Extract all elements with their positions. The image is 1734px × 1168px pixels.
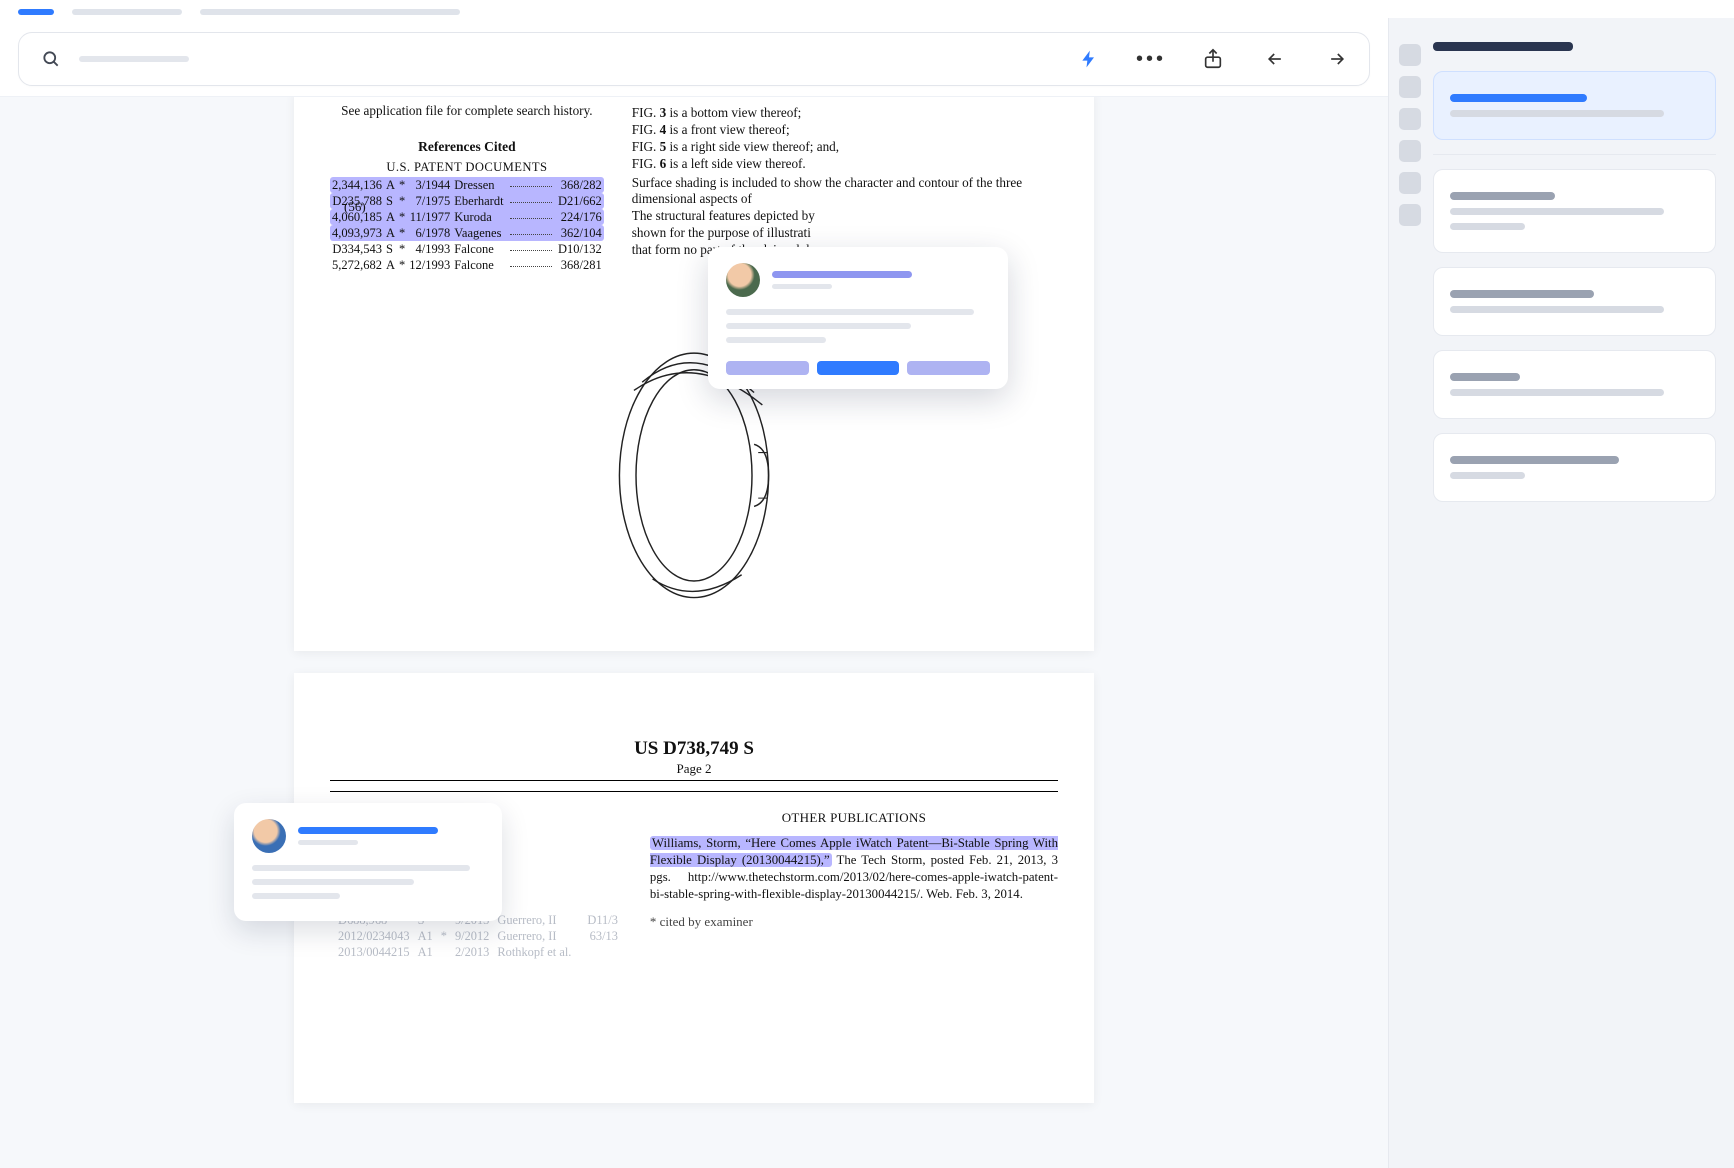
sidebar-card[interactable] [1433,169,1716,253]
sidebar [1388,18,1734,1168]
us-patent-documents-heading: U.S. PATENT DOCUMENTS [330,159,604,175]
sidebar-app-icon[interactable] [1399,76,1421,98]
sidebar-app-icon[interactable] [1399,204,1421,226]
comment-meta-placeholder [772,284,832,289]
cited-by-examiner: * cited by examiner [650,914,1058,931]
comment-popover[interactable] [708,247,1008,389]
struct-line: shown for the purpose of illustrati [632,225,1058,242]
figure-line: FIG. 4 is a front view thereof; [632,122,1058,139]
figure-line: FIG. 5 is a right side view thereof; and… [632,139,1058,156]
comment-popover[interactable] [234,803,502,921]
search-icon[interactable] [37,45,65,73]
citation-row: 5,272,682A*12/1993Falcone368/281 [330,257,604,273]
sidebar-card[interactable] [1433,71,1716,140]
nav-forward-icon[interactable] [1323,45,1351,73]
sidebar-card[interactable] [1433,350,1716,419]
more-icon[interactable]: ••• [1137,45,1165,73]
references-cited-heading: References Cited [330,138,604,155]
tab-active[interactable] [18,9,54,15]
citation-row[interactable]: 2,344,136A*3/1944Dressen368/282 [330,177,604,193]
citation-row[interactable]: 4,060,185A*11/1977Kuroda224/176 [330,209,604,225]
popover-primary-button[interactable] [817,361,900,375]
sidebar-app-icon[interactable] [1399,140,1421,162]
share-icon[interactable] [1199,45,1227,73]
citation-row[interactable]: 4,093,973A*6/1978Vaagenes362/104 [330,225,604,241]
struct-line: The structural features depicted by [632,208,1058,225]
avatar [252,819,286,853]
tab-inactive[interactable] [200,9,460,15]
nav-back-icon[interactable] [1261,45,1289,73]
section-number: (56) [344,199,366,216]
citation-row[interactable]: D235,788S*7/1975EberhardtD21/662 [330,193,604,209]
avatar [726,263,760,297]
popover-secondary-button[interactable] [907,361,990,375]
figure-line: FIG. 3 is a bottom view thereof; [632,105,1058,122]
sidebar-card[interactable] [1433,267,1716,336]
figure-line: FIG. 6 is a left side view thereof. [632,156,1058,173]
patent-id: US D738,749 S [330,737,1058,761]
figure-description-block: FIG. 3 is a bottom view thereof;FIG. 4 i… [632,105,1058,173]
search-history-note: See application file for complete search… [330,103,604,120]
url-input[interactable] [79,56,1061,62]
publication-entry: Williams, Storm, “Here Comes Apple iWatc… [650,835,1058,904]
page-label: Page 2 [330,761,1058,778]
sidebar-card[interactable] [1433,433,1716,502]
tab-inactive[interactable] [72,9,182,15]
addressbar: ••• [18,32,1370,86]
bolt-icon[interactable] [1075,45,1103,73]
citation-row: 2013/0044215A12/2013Rothkopf et al. [334,945,622,961]
commenter-name-placeholder [772,271,912,278]
sidebar-app-icon[interactable] [1399,172,1421,194]
comment-meta-placeholder [298,840,358,845]
citation-row: D334,543S*4/1993FalconeD10/132 [330,241,604,257]
shading-paragraph: Surface shading is included to show the … [632,175,1058,209]
citations-table: 2,344,136A*3/1944Dressen368/282D235,788S… [330,177,604,273]
sidebar-app-icon[interactable] [1399,108,1421,130]
other-publications-heading: OTHER PUBLICATIONS [650,810,1058,827]
citation-row: 2012/0234043A1*9/2012Guerrero, II63/13 [334,929,622,945]
browser-tabstrip [0,0,1734,18]
sidebar-app-icon[interactable] [1399,44,1421,66]
sidebar-title-placeholder [1433,42,1573,51]
commenter-name-placeholder [298,827,438,834]
popover-secondary-button[interactable] [726,361,809,375]
